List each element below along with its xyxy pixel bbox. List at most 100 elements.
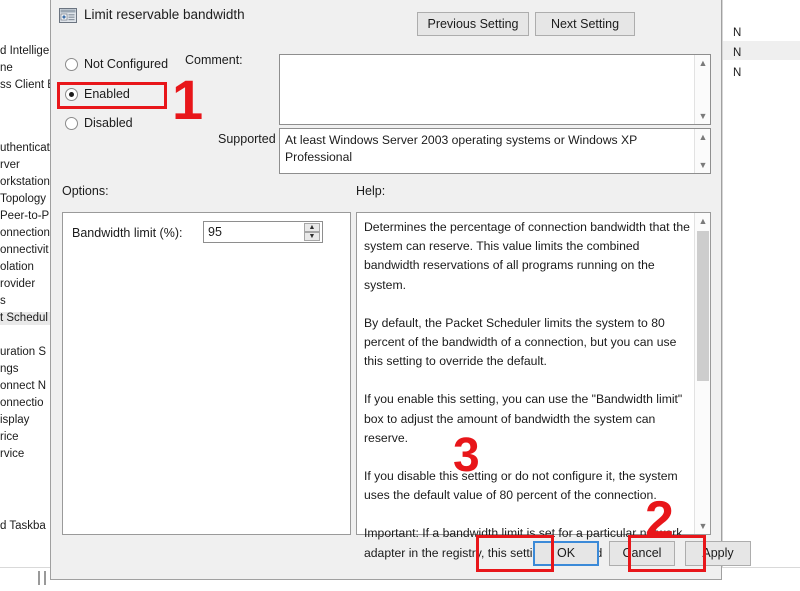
help-scrollbar[interactable]: ▲ ▼ xyxy=(694,213,710,534)
cancel-button[interactable]: Cancel xyxy=(609,541,675,566)
tree-item-packet-scheduler[interactable]: t Schedul xyxy=(0,312,51,325)
tree-item-label: onnectivit xyxy=(0,244,49,256)
ok-button[interactable]: OK xyxy=(533,541,599,566)
tree-item[interactable]: rvice xyxy=(0,448,51,461)
tree-item-label: ne xyxy=(0,62,13,74)
scroll-up-icon[interactable]: ▲ xyxy=(695,129,710,145)
tree-item[interactable]: ngs xyxy=(0,363,51,376)
supported-on-value: At least Windows Server 2003 operating s… xyxy=(285,133,638,164)
help-paragraph: Determines the percentage of connection … xyxy=(364,220,690,292)
scroll-up-icon[interactable]: ▲ xyxy=(695,55,710,71)
help-text: Determines the percentage of connection … xyxy=(364,218,694,563)
tree-item[interactable]: onnectio xyxy=(0,397,51,410)
radio-enabled[interactable]: Enabled xyxy=(65,87,130,101)
next-setting-button[interactable]: Next Setting xyxy=(535,12,635,36)
tree-item-label: uration S xyxy=(0,346,47,358)
bandwidth-limit-label: Bandwidth limit (%): xyxy=(72,226,183,240)
tree-item[interactable]: rice xyxy=(0,431,51,444)
tree-item-label: rice xyxy=(0,431,19,443)
dialog-title-bar: Limit reservable bandwidth Previous Sett… xyxy=(51,0,721,40)
dialog-title: Limit reservable bandwidth xyxy=(84,7,245,22)
tree-item[interactable]: orkstation xyxy=(0,176,51,189)
tree-item[interactable]: uthenticat xyxy=(0,142,51,155)
tree-item[interactable]: Topology xyxy=(0,193,51,206)
tree-item[interactable]: d Taskba xyxy=(0,520,51,533)
tree-item-label: uthenticat xyxy=(0,142,50,154)
scrollbar-thumb[interactable] xyxy=(697,231,709,381)
apply-button[interactable]: Apply xyxy=(685,541,751,566)
tree-item[interactable]: onnectivit xyxy=(0,244,51,257)
tree-item-label: s xyxy=(0,295,6,307)
tree-item[interactable]: ss Client E xyxy=(0,79,52,92)
tree-item-label: Peer-to-P xyxy=(0,210,50,222)
list-item-label: N xyxy=(733,27,742,39)
tree-item-label: d Intellige xyxy=(0,45,50,57)
tree-item[interactable]: Peer-to-P xyxy=(0,210,51,223)
list-item[interactable]: N xyxy=(733,67,741,79)
radio-icon xyxy=(65,57,78,71)
status-divider-icon xyxy=(44,571,46,585)
help-paragraph: If you disable this setting or do not co… xyxy=(364,469,678,503)
radio-icon xyxy=(65,116,78,130)
comment-label: Comment: xyxy=(185,53,243,67)
help-label: Help: xyxy=(356,184,386,198)
policy-tree-pane[interactable]: d Intellige ne ss Client E uthenticat rv… xyxy=(0,0,52,567)
tree-item-label: d Taskba xyxy=(0,520,46,532)
tree-item-label: ngs xyxy=(0,363,19,375)
screenshot-root: d Intellige ne ss Client E uthenticat rv… xyxy=(0,0,800,591)
list-item-label: N xyxy=(733,67,742,79)
tree-item-label: ss Client E xyxy=(0,79,52,91)
tree-item-label: rvice xyxy=(0,448,25,460)
tree-item-label: onnection xyxy=(0,227,50,239)
bandwidth-limit-value: 95 xyxy=(208,225,222,239)
tree-item-label: rver xyxy=(0,159,20,171)
tree-item-label: onnectio xyxy=(0,397,44,409)
tree-item[interactable]: rver xyxy=(0,159,51,172)
radio-label: Enabled xyxy=(84,87,130,101)
list-item[interactable]: N xyxy=(733,27,741,39)
options-label: Options: xyxy=(62,184,109,198)
supported-on-scrollbar[interactable]: ▲ ▼ xyxy=(694,129,710,173)
scroll-down-icon[interactable]: ▼ xyxy=(695,518,711,534)
list-item[interactable]: N xyxy=(733,47,741,59)
radio-not-configured[interactable]: Not Configured xyxy=(65,57,168,71)
limit-reservable-bandwidth-dialog: Limit reservable bandwidth Previous Sett… xyxy=(50,0,751,580)
radio-label: Not Configured xyxy=(84,57,169,71)
supported-on-textbox[interactable]: At least Windows Server 2003 operating s… xyxy=(279,128,711,174)
stepper-down-icon[interactable]: ▼ xyxy=(304,232,320,241)
bandwidth-limit-stepper[interactable]: 95 ▲ ▼ xyxy=(203,221,323,243)
stepper-up-icon[interactable]: ▲ xyxy=(304,223,320,232)
policy-list-pane[interactable]: N N N xyxy=(722,0,800,567)
stepper-buttons[interactable]: ▲ ▼ xyxy=(304,223,320,241)
comment-textarea[interactable]: ▲ ▼ xyxy=(279,54,711,125)
tree-item[interactable]: isplay xyxy=(0,414,51,427)
options-panel: Bandwidth limit (%): 95 ▲ ▼ xyxy=(62,212,351,535)
tree-item[interactable]: d Intellige xyxy=(0,45,51,58)
list-item-label: N xyxy=(733,47,742,59)
tree-item-label: onnect N xyxy=(0,380,47,392)
scroll-down-icon[interactable]: ▼ xyxy=(695,157,710,173)
tree-item[interactable]: olation xyxy=(0,261,51,274)
tree-item-label: t Schedul xyxy=(0,312,48,324)
tree-item[interactable]: onnect N xyxy=(0,380,51,393)
comment-scrollbar[interactable]: ▲ ▼ xyxy=(694,55,710,124)
policy-setting-icon xyxy=(59,7,77,24)
status-divider-icon xyxy=(38,571,40,585)
tree-item[interactable]: uration S xyxy=(0,346,51,359)
scroll-up-icon[interactable]: ▲ xyxy=(695,213,711,229)
tree-item[interactable]: rovider xyxy=(0,278,51,291)
help-paragraph: If you enable this setting, you can use … xyxy=(364,392,683,445)
radio-label: Disabled xyxy=(84,116,133,130)
tree-item[interactable]: s xyxy=(0,295,51,308)
tree-item-label: orkstation xyxy=(0,176,50,188)
tree-item-label: rovider xyxy=(0,278,36,290)
tree-item-label: isplay xyxy=(0,414,30,426)
previous-setting-button[interactable]: Previous Setting xyxy=(417,12,529,36)
scroll-down-icon[interactable]: ▼ xyxy=(695,108,710,124)
help-panel: Determines the percentage of connection … xyxy=(356,212,711,560)
radio-disabled[interactable]: Disabled xyxy=(65,116,133,130)
tree-item[interactable]: onnection xyxy=(0,227,51,240)
help-paragraph: By default, the Packet Scheduler limits … xyxy=(364,315,677,369)
radio-icon-selected xyxy=(65,87,78,101)
tree-item[interactable]: ne xyxy=(0,62,51,75)
